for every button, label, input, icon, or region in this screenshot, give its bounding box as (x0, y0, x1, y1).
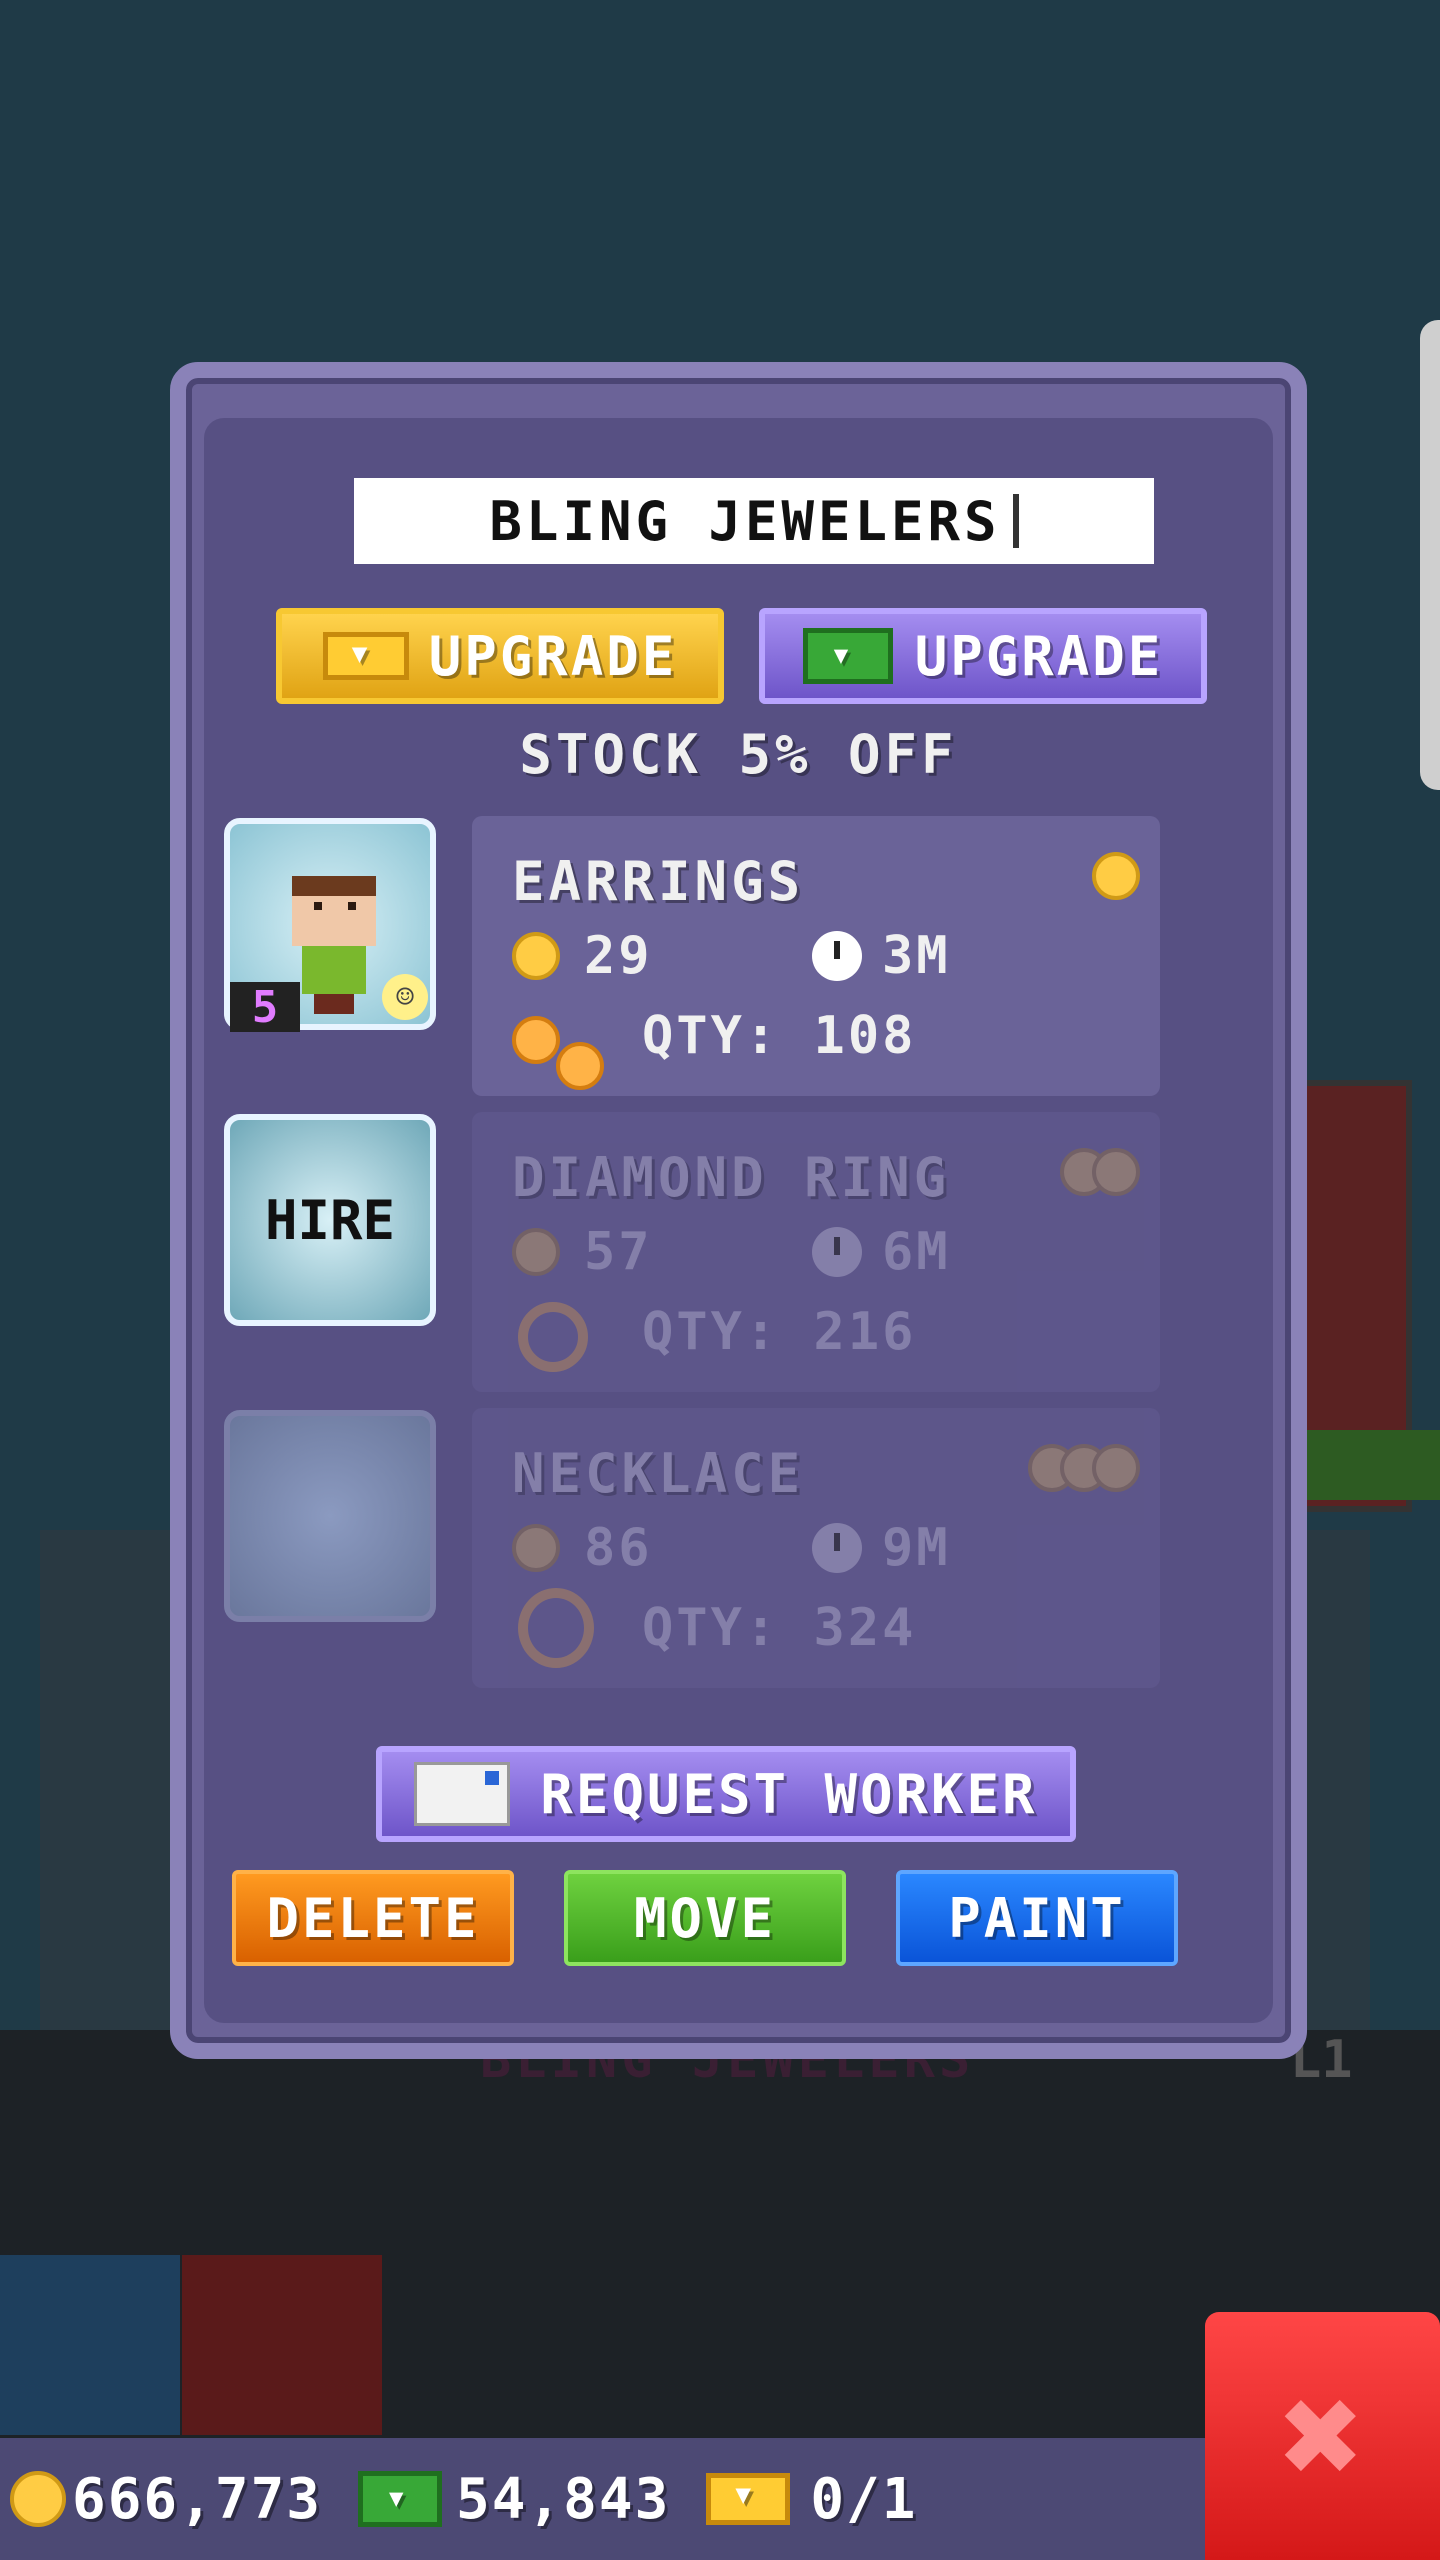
request-worker-button[interactable]: REQUEST WORKER (376, 1746, 1076, 1842)
bux-coin-icon (1092, 1444, 1140, 1492)
clock-icon (812, 1227, 862, 1277)
close-button[interactable]: ✖ (1205, 2312, 1440, 2560)
item-name: NECKLACE (512, 1442, 805, 1505)
worker-slot-empty (224, 1410, 436, 1622)
item-time-value: 3M (882, 926, 951, 986)
delete-label: DELETE (266, 1886, 480, 1950)
worker-avatar-legs (314, 994, 354, 1014)
request-worker-label: REQUEST WORKER (540, 1762, 1038, 1826)
item-name: DIAMOND RING (512, 1146, 951, 1209)
text-caret (1012, 494, 1019, 548)
stock-item-diamond-ring[interactable]: DIAMOND RING 57 6M QTY: 216 (472, 1112, 1160, 1392)
coin-icon (512, 1228, 560, 1276)
item-price-value: 29 (584, 926, 653, 986)
coins-value: 666,773 (72, 2466, 323, 2532)
item-price: 57 (512, 1222, 653, 1282)
currency-status-bar: 666,773 54,843 0/1 (0, 2438, 1205, 2560)
coin-icon (10, 2471, 66, 2527)
paint-label: PAINT (948, 1886, 1126, 1950)
store-panel-inner: BLING JEWELERS UPGRADE UPGRADE STOCK 5% … (204, 418, 1273, 2023)
item-cost-icons (1092, 852, 1140, 900)
upgrade-coins-button[interactable]: UPGRADE (276, 608, 724, 704)
item-cost-icons (1060, 1148, 1140, 1196)
close-x-icon: ✖ (1280, 2354, 1365, 2518)
item-price: 86 (512, 1518, 653, 1578)
worker-avatar-body (302, 946, 366, 994)
golden-ticket-icon (706, 2473, 791, 2525)
clock-icon (812, 931, 862, 981)
worker-avatar-eye (348, 902, 356, 910)
coins-counter: 666,773 (10, 2467, 322, 2532)
item-time: 6M (812, 1222, 951, 1282)
worker-avatar-head (292, 876, 376, 946)
item-name: EARRINGS (512, 850, 805, 913)
item-price-value: 57 (584, 1222, 653, 1282)
clock-icon (812, 1523, 862, 1573)
upgrade-bux-label: UPGRADE (914, 624, 1164, 688)
letter-icon (414, 1762, 511, 1826)
move-label: MOVE (633, 1886, 777, 1950)
coin-icon (512, 932, 560, 980)
coin-icon (1092, 852, 1140, 900)
delete-button[interactable]: DELETE (232, 1870, 514, 1966)
stock-item-necklace[interactable]: NECKLACE 86 9M QTY: 324 (472, 1408, 1160, 1688)
earrings-icon (512, 986, 604, 1090)
item-quantity: QTY: 324 (642, 1598, 917, 1658)
ring-icon (512, 1282, 602, 1382)
golden-ticket-icon (322, 632, 409, 680)
tickets-counter: 0/1 (706, 2467, 917, 2532)
tickets-value: 0/1 (810, 2466, 918, 2532)
tower-bux-icon (802, 628, 893, 684)
item-price-value: 86 (584, 1518, 653, 1578)
worker-avatar-eye (314, 902, 322, 910)
background-tool-elevator (182, 2255, 382, 2435)
item-price: 29 (512, 926, 653, 986)
stock-discount-text: STOCK 5% OFF (519, 723, 958, 786)
item-time: 9M (812, 1518, 951, 1578)
store-panel: BLING JEWELERS UPGRADE UPGRADE STOCK 5% … (170, 362, 1307, 2059)
item-quantity: QTY: 216 (642, 1302, 917, 1362)
stock-item-earrings[interactable]: EARRINGS 29 3M QTY: 108 (472, 816, 1160, 1096)
worker-level-badge: 5 (230, 982, 300, 1033)
bux-counter: 54,843 (358, 2467, 670, 2532)
coin-icon (512, 1524, 560, 1572)
item-time-value: 6M (882, 1222, 951, 1282)
item-time-value: 9M (882, 1518, 951, 1578)
background-tool-arrow (0, 2255, 180, 2435)
bux-coin-icon (1092, 1148, 1140, 1196)
side-menu-tab[interactable] (1420, 320, 1440, 790)
worker-slot-1[interactable]: 5 ☺ (224, 818, 436, 1033)
necklace-icon (512, 1578, 602, 1678)
paint-button[interactable]: PAINT (896, 1870, 1178, 1966)
item-cost-icons (1028, 1444, 1140, 1492)
hire-slot-button[interactable]: HIRE (224, 1114, 436, 1326)
tower-bux-icon (358, 2471, 443, 2527)
move-button[interactable]: MOVE (564, 1870, 846, 1966)
store-name-text: BLING JEWELERS (489, 489, 1001, 553)
hire-label: HIRE (264, 1188, 396, 1252)
item-quantity: QTY: 108 (642, 1006, 917, 1066)
upgrade-bux-button[interactable]: UPGRADE (759, 608, 1207, 704)
upgrade-coins-label: UPGRADE (428, 624, 678, 688)
bux-value: 54,843 (456, 2466, 671, 2532)
item-time: 3M (812, 926, 951, 986)
store-name-input[interactable]: BLING JEWELERS (354, 478, 1154, 564)
neutral-face-icon: ☺ (382, 974, 428, 1020)
